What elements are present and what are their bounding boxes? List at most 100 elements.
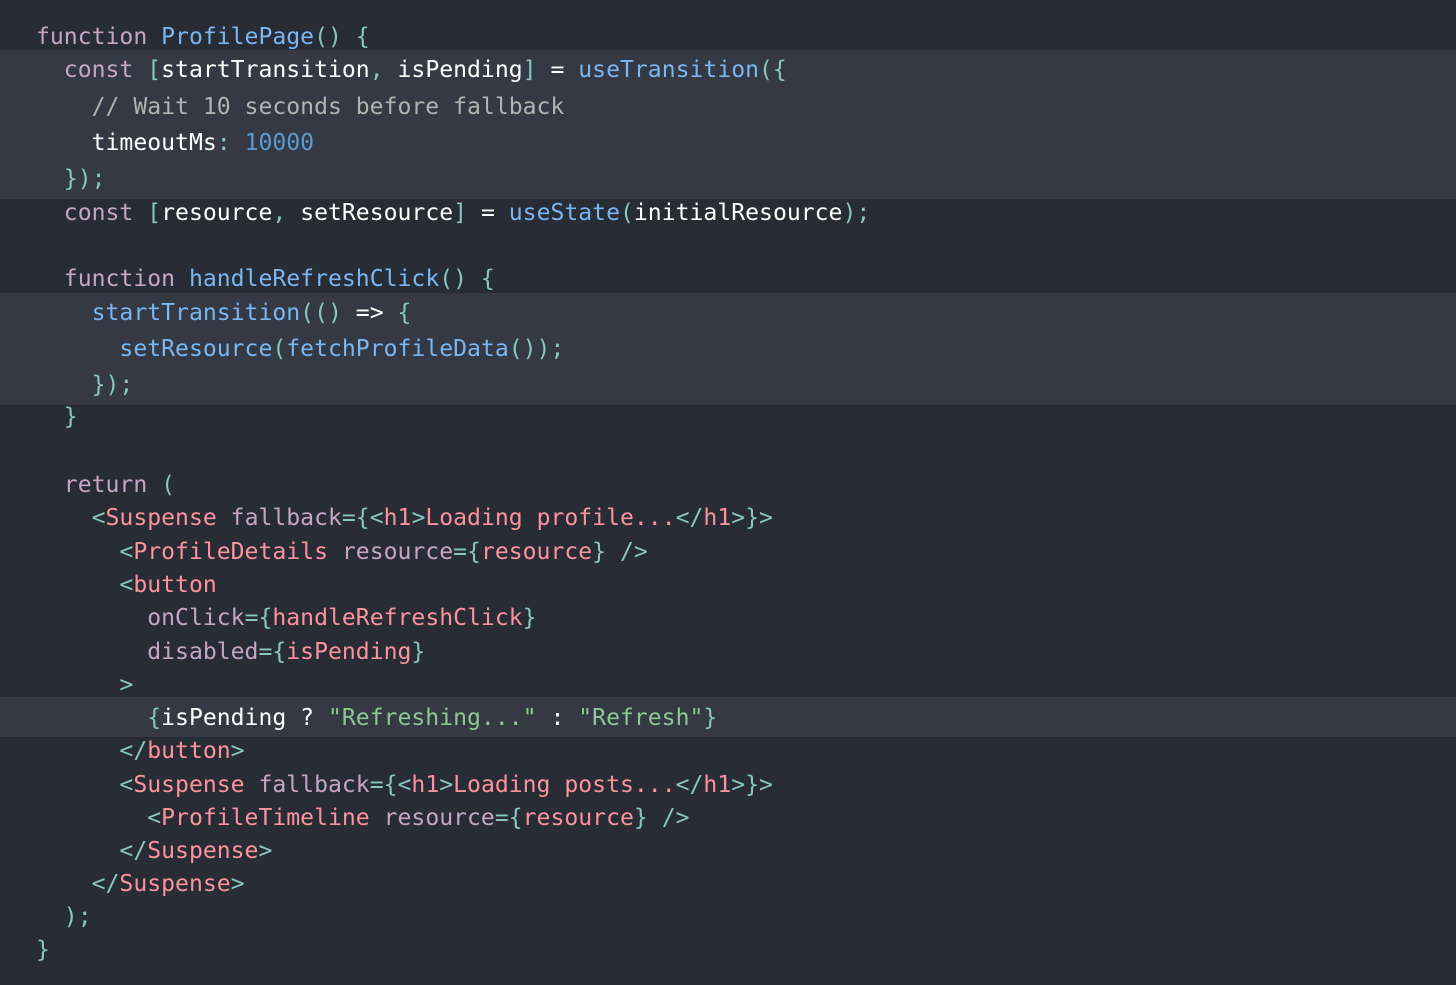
code-token: setResource	[36, 336, 273, 362]
code-token: }	[522, 605, 537, 631]
code-token: [	[147, 200, 162, 226]
code-line[interactable]: const [startTransition, isPending] = use…	[0, 53, 1456, 87]
code-text: disabled={isPending}	[36, 635, 425, 669]
code-token: >	[439, 772, 454, 798]
code-token: handleRefreshClick	[272, 605, 523, 631]
code-token: ,	[369, 57, 398, 83]
code-token: <	[36, 539, 134, 565]
code-text: function ProfilePage() {	[36, 20, 370, 54]
code-text: function handleRefreshClick() {	[36, 262, 495, 296]
code-token: Suspense	[119, 871, 231, 897]
code-line[interactable]: return (	[0, 468, 1456, 502]
code-token: });	[36, 166, 106, 192]
code-line[interactable]: </Suspense>	[0, 867, 1456, 901]
code-token: isPending	[397, 57, 523, 83]
code-line[interactable]: >	[0, 668, 1456, 702]
code-token: resource	[161, 200, 273, 226]
code-token: isPending ?	[161, 705, 328, 731]
code-token: "Refreshing..."	[327, 705, 537, 731]
code-token: }	[411, 639, 426, 665]
code-token: "Refresh"	[578, 705, 704, 731]
code-token: ={	[494, 805, 523, 831]
code-text: }	[36, 400, 78, 434]
code-line[interactable]: timeoutMs: 10000	[0, 126, 1456, 160]
code-line[interactable]: }	[0, 400, 1456, 434]
code-line[interactable]: function ProfilePage() {	[0, 20, 1456, 54]
code-text: <Suspense fallback={<h1>Loading posts...…	[36, 768, 773, 802]
code-text: const [startTransition, isPending] = use…	[36, 53, 787, 87]
code-token: ={<	[341, 505, 384, 531]
code-token: timeoutMs	[36, 130, 217, 156]
code-token: ={	[258, 639, 287, 665]
code-token: >}>	[731, 772, 773, 798]
code-line[interactable]: onClick={handleRefreshClick}	[0, 601, 1456, 635]
code-line[interactable]: </Suspense>	[0, 834, 1456, 868]
code-token: isPending	[286, 639, 412, 665]
code-token: >}>	[731, 505, 773, 531]
code-token: }	[36, 404, 78, 430]
code-token: resource	[327, 539, 454, 565]
code-token: h1	[383, 505, 412, 531]
code-token: disabled	[36, 639, 259, 665]
code-line[interactable]: });	[0, 162, 1456, 196]
code-line[interactable]: </button>	[0, 734, 1456, 768]
code-line[interactable]: startTransition(() => {	[0, 296, 1456, 330]
code-token: </	[675, 772, 704, 798]
code-line[interactable]: disabled={isPending}	[0, 635, 1456, 669]
code-line[interactable]: {isPending ? "Refreshing..." : "Refresh"…	[0, 701, 1456, 735]
code-line[interactable]: <ProfileTimeline resource={resource} />	[0, 801, 1456, 835]
code-line[interactable]: <button	[0, 568, 1456, 602]
code-line[interactable]	[0, 229, 1456, 263]
code-line[interactable]: <Suspense fallback={<h1>Loading profile.…	[0, 501, 1456, 535]
code-token: ());	[508, 336, 565, 362]
code-token: fetchProfileData	[286, 336, 509, 362]
code-editor[interactable]: function ProfilePage() { const [startTra…	[0, 0, 1456, 985]
code-token: );	[842, 200, 871, 226]
code-line[interactable]: <Suspense fallback={<h1>Loading posts...…	[0, 768, 1456, 802]
code-token: onClick	[36, 605, 245, 631]
code-line[interactable]: <ProfileDetails resource={resource} />	[0, 535, 1456, 569]
code-line[interactable]: // Wait 10 seconds before fallback	[0, 90, 1456, 124]
code-token: resource	[522, 805, 634, 831]
code-token: =	[480, 200, 509, 226]
code-token: Loading posts...	[453, 772, 676, 798]
code-token: initialResource	[633, 200, 843, 226]
code-token: >	[36, 672, 134, 698]
code-token: fallback	[216, 505, 342, 531]
code-token: button	[133, 572, 217, 598]
code-token: <	[36, 805, 162, 831]
code-text: startTransition(() => {	[36, 296, 412, 330]
code-line[interactable]: });	[0, 368, 1456, 402]
code-token: handleRefreshClick	[188, 266, 440, 292]
code-token: Suspense	[147, 838, 259, 864]
code-token: return	[36, 472, 162, 498]
code-token: >	[258, 838, 273, 864]
code-line[interactable]: );	[0, 900, 1456, 934]
code-line[interactable]: }	[0, 933, 1456, 967]
code-line[interactable]: const [resource, setResource] = useState…	[0, 196, 1456, 230]
code-line[interactable]: setResource(fetchProfileData());	[0, 332, 1456, 366]
code-token: useTransition	[578, 57, 760, 83]
code-token: :	[536, 705, 579, 731]
code-token: </	[36, 871, 120, 897]
code-token: ProfilePage	[161, 24, 315, 50]
code-token: startTransition	[161, 57, 370, 83]
code-token: ={	[244, 605, 273, 631]
code-token: ]	[453, 200, 481, 226]
code-token: (()	[300, 300, 356, 326]
code-token: }	[36, 937, 50, 963]
code-text: );	[36, 900, 92, 934]
code-token: Suspense	[133, 772, 245, 798]
code-token: });	[36, 372, 134, 398]
code-text: timeoutMs: 10000	[36, 126, 314, 160]
code-line[interactable]	[0, 433, 1456, 467]
code-line[interactable]: function handleRefreshClick() {	[0, 262, 1456, 296]
code-text: });	[36, 162, 106, 196]
code-token: >	[230, 871, 245, 897]
code-token: fallback	[244, 772, 370, 798]
code-token: () {	[439, 266, 495, 292]
code-token: ({	[759, 57, 787, 83]
code-token: h1	[703, 505, 732, 531]
code-text: }	[36, 933, 50, 967]
